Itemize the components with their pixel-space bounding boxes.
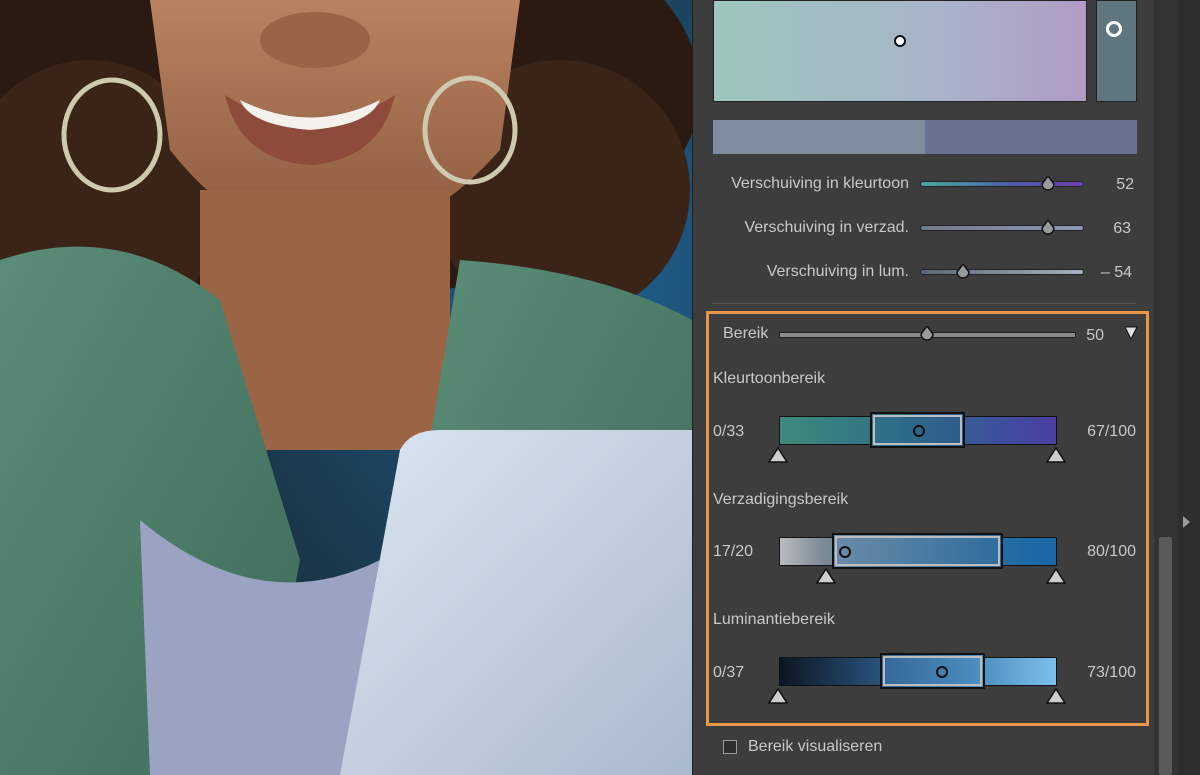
sat-shift-track[interactable] — [920, 225, 1084, 231]
photo-preview — [0, 0, 692, 775]
sat-range-left: 17/20 — [713, 543, 754, 560]
hue-shift-value: 52 — [1116, 176, 1134, 193]
sat-shift-value: 63 — [1113, 220, 1131, 237]
lum-range-right: 73/100 — [1087, 664, 1136, 681]
sat-shift-label: Verschuiving in verzad. — [744, 219, 909, 236]
swatch-before — [713, 120, 925, 154]
sat-range-left-handle[interactable] — [816, 568, 836, 584]
lum-shift-track[interactable] — [920, 269, 1084, 275]
lum-shift-label: Verschuiving in lum. — [766, 263, 909, 280]
luminance-strip[interactable] — [1096, 0, 1137, 102]
hue-shift-thumb[interactable] — [1041, 176, 1055, 192]
visualize-range-label[interactable]: Bereik visualiseren — [748, 738, 882, 756]
range-value: 50 — [1086, 327, 1104, 344]
sat-range-center[interactable] — [839, 546, 851, 558]
lum-range-left: 0/37 — [713, 664, 745, 681]
lum-shift-value: – 54 — [1100, 264, 1132, 281]
hue-shift-label: Verschuiving in kleurtoon — [731, 175, 909, 192]
expand-arrow-icon[interactable] — [1183, 516, 1190, 528]
sat-shift-thumb[interactable] — [1041, 220, 1055, 236]
lum-range-right-handle[interactable] — [1046, 688, 1066, 704]
color-picker-point[interactable] — [894, 35, 906, 47]
hue-range-right: 67/100 — [1087, 423, 1136, 440]
lum-range-center[interactable] — [936, 666, 948, 678]
sat-range-box[interactable] — [832, 533, 1003, 569]
hue-shift-track[interactable] — [920, 181, 1084, 187]
color-picker-field[interactable] — [713, 0, 1087, 102]
hue-range-left: 0/33 — [713, 423, 745, 440]
swatch-after — [925, 120, 1137, 154]
sat-range-right-handle[interactable] — [1046, 568, 1066, 584]
lum-range-box[interactable] — [880, 653, 985, 689]
sat-range-title: Verzadigingsbereik — [713, 491, 849, 508]
luminance-strip-handle[interactable] — [1106, 21, 1122, 37]
collapse-triangle-icon[interactable] — [1124, 326, 1138, 340]
hue-range-right-handle[interactable] — [1046, 447, 1066, 463]
lum-shift-thumb[interactable] — [956, 264, 970, 280]
lum-range-title: Luminantiebereik — [713, 611, 835, 628]
sat-range-right: 80/100 — [1087, 543, 1136, 560]
hue-range-center[interactable] — [913, 425, 925, 437]
visualize-range-checkbox[interactable] — [723, 740, 737, 754]
scrollbar-thumb[interactable] — [1159, 537, 1172, 775]
hue-range-left-handle[interactable] — [768, 447, 788, 463]
range-label: Bereik — [723, 325, 769, 342]
section-divider — [712, 303, 1136, 304]
range-thumb[interactable] — [920, 326, 934, 342]
hue-range-title: Kleurtoonbereik — [713, 370, 826, 387]
lum-range-left-handle[interactable] — [768, 688, 788, 704]
